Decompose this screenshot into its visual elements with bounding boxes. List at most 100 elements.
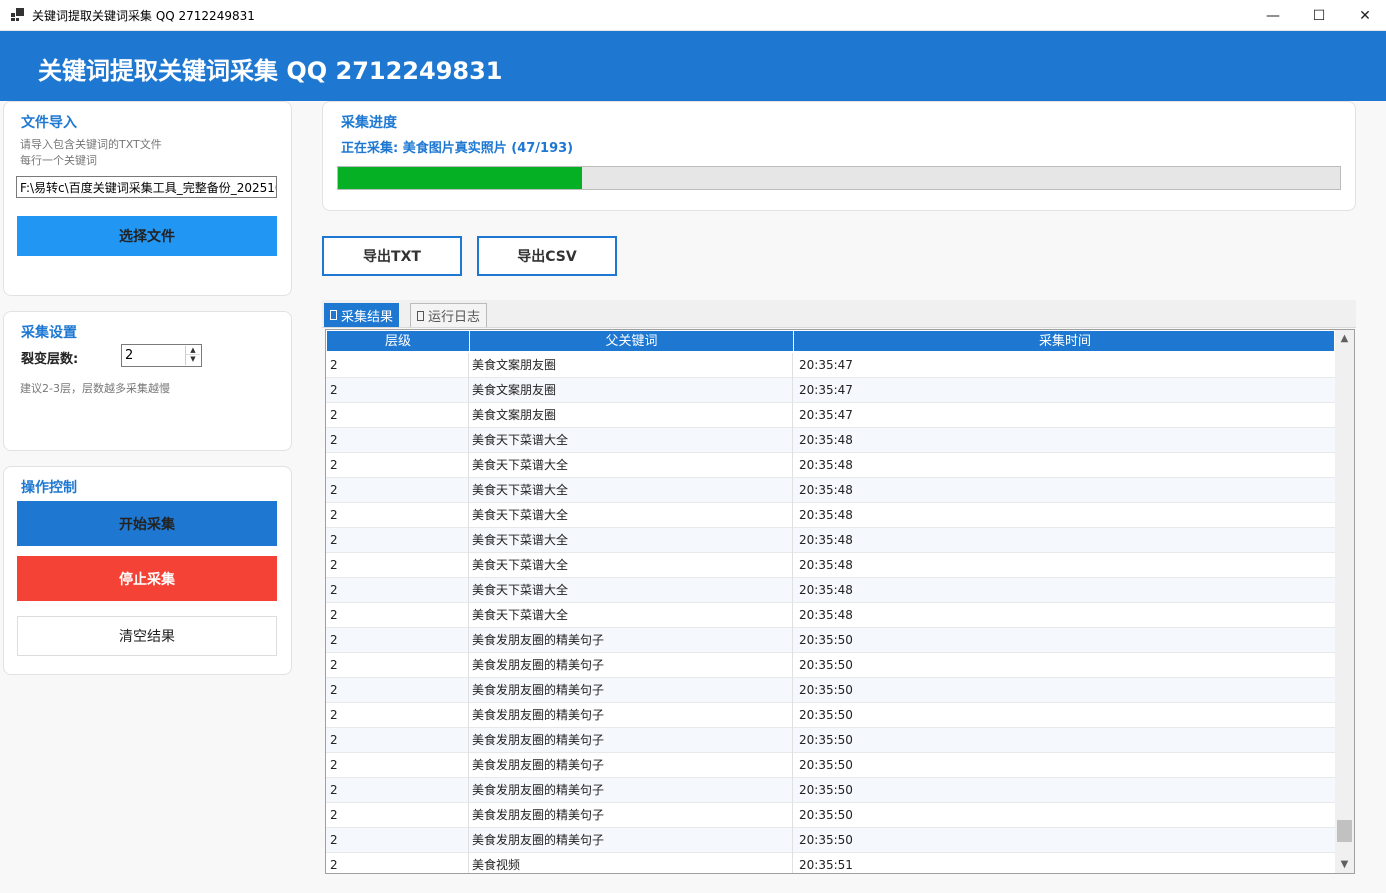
cell-parent-keyword[interactable]: 美食发朋友圈的精美句子: [469, 778, 793, 803]
cell-parent-keyword[interactable]: 美食发朋友圈的精美句子: [469, 703, 793, 728]
table-row[interactable]: 2 美食发朋友圈的精美句子 20:35:50: [326, 753, 1335, 778]
table-row[interactable]: 2 美食天下菜谱大全 20:35:48: [326, 453, 1335, 478]
cell-level[interactable]: 2: [326, 378, 469, 403]
table-row[interactable]: 2 美食天下菜谱大全 20:35:48: [326, 578, 1335, 603]
cell-level[interactable]: 2: [326, 703, 469, 728]
cell-time[interactable]: 20:35:50: [794, 753, 1334, 778]
cell-parent-keyword[interactable]: 美食天下菜谱大全: [469, 578, 793, 603]
clear-button[interactable]: 清空结果: [17, 616, 277, 656]
cell-level[interactable]: 2: [326, 528, 469, 553]
cell-parent-keyword[interactable]: 美食视频: [469, 853, 793, 873]
stop-button[interactable]: 停止采集: [17, 556, 277, 601]
cell-level[interactable]: 2: [326, 353, 469, 378]
cell-parent-keyword[interactable]: 美食天下菜谱大全: [469, 603, 793, 628]
minimize-button[interactable]: —: [1250, 0, 1296, 31]
table-row[interactable]: 2 美食文案朋友圈 20:35:47: [326, 378, 1335, 403]
cell-time[interactable]: 20:35:48: [794, 553, 1334, 578]
tab-log[interactable]: 运行日志: [410, 303, 488, 327]
cell-level[interactable]: 2: [326, 403, 469, 428]
cell-time[interactable]: 20:35:48: [794, 603, 1334, 628]
cell-time[interactable]: 20:35:50: [794, 628, 1334, 653]
cell-time[interactable]: 20:35:48: [794, 578, 1334, 603]
maximize-button[interactable]: ☐: [1296, 0, 1342, 31]
table-row[interactable]: 2 美食发朋友圈的精美句子 20:35:50: [326, 828, 1335, 853]
cell-time[interactable]: 20:35:47: [794, 378, 1334, 403]
cell-level[interactable]: 2: [326, 678, 469, 703]
cell-parent-keyword[interactable]: 美食文案朋友圈: [469, 378, 793, 403]
table-row[interactable]: 2 美食发朋友圈的精美句子 20:35:50: [326, 678, 1335, 703]
cell-level[interactable]: 2: [326, 578, 469, 603]
tab-results[interactable]: 采集结果: [324, 303, 400, 327]
cell-time[interactable]: 20:35:48: [794, 528, 1334, 553]
cell-parent-keyword[interactable]: 美食天下菜谱大全: [469, 503, 793, 528]
results-grid[interactable]: 层级 父关键词 采集时间 2 美食文案朋友圈 20:35:47 2 美食文案朋友圈 20:…: [325, 329, 1355, 874]
cell-level[interactable]: 2: [326, 728, 469, 753]
scroll-up-icon[interactable]: ▲: [1335, 330, 1354, 347]
cell-level[interactable]: 2: [326, 853, 469, 873]
table-row[interactable]: 2 美食发朋友圈的精美句子 20:35:50: [326, 628, 1335, 653]
cell-parent-keyword[interactable]: 美食发朋友圈的精美句子: [469, 653, 793, 678]
start-button[interactable]: 开始采集: [17, 501, 277, 546]
cell-parent-keyword[interactable]: 美食发朋友圈的精美句子: [469, 628, 793, 653]
grid-scrollbar[interactable]: ▲ ▼: [1335, 330, 1354, 873]
select-file-button[interactable]: 选择文件: [17, 216, 277, 256]
cell-parent-keyword[interactable]: 美食发朋友圈的精美句子: [469, 828, 793, 853]
table-row[interactable]: 2 美食发朋友圈的精美句子 20:35:50: [326, 703, 1335, 728]
cell-time[interactable]: 20:35:50: [794, 678, 1334, 703]
cell-parent-keyword[interactable]: 美食天下菜谱大全: [469, 428, 793, 453]
table-row[interactable]: 2 美食文案朋友圈 20:35:47: [326, 403, 1335, 428]
table-row[interactable]: 2 美食天下菜谱大全 20:35:48: [326, 553, 1335, 578]
export-txt-button[interactable]: 导出TXT: [322, 236, 462, 276]
scroll-down-icon[interactable]: ▼: [1335, 856, 1354, 873]
column-header-time[interactable]: 采集时间: [795, 331, 1335, 353]
cell-time[interactable]: 20:35:50: [794, 778, 1334, 803]
file-path-input[interactable]: F:\易转c\百度关键词采集工具_完整备份_202510: [16, 176, 277, 198]
cell-parent-keyword[interactable]: 美食文案朋友圈: [469, 353, 793, 378]
cell-level[interactable]: 2: [326, 453, 469, 478]
table-row[interactable]: 2 美食天下菜谱大全 20:35:48: [326, 503, 1335, 528]
export-csv-button[interactable]: 导出CSV: [477, 236, 617, 276]
depth-stepper[interactable]: 2 ▲ ▼: [121, 344, 202, 367]
cell-level[interactable]: 2: [326, 503, 469, 528]
cell-time[interactable]: 20:35:50: [794, 828, 1334, 853]
table-row[interactable]: 2 美食发朋友圈的精美句子 20:35:50: [326, 803, 1335, 828]
cell-time[interactable]: 20:35:50: [794, 728, 1334, 753]
table-row[interactable]: 2 美食天下菜谱大全 20:35:48: [326, 428, 1335, 453]
cell-time[interactable]: 20:35:48: [794, 503, 1334, 528]
cell-time[interactable]: 20:35:50: [794, 653, 1334, 678]
cell-time[interactable]: 20:35:50: [794, 703, 1334, 728]
cell-level[interactable]: 2: [326, 603, 469, 628]
cell-level[interactable]: 2: [326, 478, 469, 503]
cell-parent-keyword[interactable]: 美食发朋友圈的精美句子: [469, 803, 793, 828]
cell-time[interactable]: 20:35:51: [794, 853, 1334, 873]
cell-level[interactable]: 2: [326, 753, 469, 778]
stepper-arrows[interactable]: ▲ ▼: [185, 346, 200, 365]
table-row[interactable]: 2 美食文案朋友圈 20:35:47: [326, 353, 1335, 378]
depth-value[interactable]: 2: [125, 348, 133, 363]
cell-parent-keyword[interactable]: 美食天下菜谱大全: [469, 453, 793, 478]
cell-parent-keyword[interactable]: 美食天下菜谱大全: [469, 553, 793, 578]
table-row[interactable]: 2 美食天下菜谱大全 20:35:48: [326, 528, 1335, 553]
close-button[interactable]: ✕: [1342, 0, 1386, 31]
cell-time[interactable]: 20:35:48: [794, 428, 1334, 453]
table-row[interactable]: 2 美食发朋友圈的精美句子 20:35:50: [326, 778, 1335, 803]
stepper-up-icon[interactable]: ▲: [186, 346, 200, 355]
cell-time[interactable]: 20:35:48: [794, 453, 1334, 478]
table-row[interactable]: 2 美食视频 20:35:51: [326, 853, 1335, 873]
column-header-parent-keyword[interactable]: 父关键词: [470, 331, 794, 353]
table-row[interactable]: 2 美食发朋友圈的精美句子 20:35:50: [326, 728, 1335, 753]
cell-level[interactable]: 2: [326, 653, 469, 678]
scroll-thumb[interactable]: [1337, 820, 1352, 842]
table-row[interactable]: 2 美食天下菜谱大全 20:35:48: [326, 603, 1335, 628]
table-row[interactable]: 2 美食天下菜谱大全 20:35:48: [326, 478, 1335, 503]
cell-level[interactable]: 2: [326, 778, 469, 803]
cell-parent-keyword[interactable]: 美食发朋友圈的精美句子: [469, 678, 793, 703]
column-header-level[interactable]: 层级: [327, 331, 470, 353]
cell-parent-keyword[interactable]: 美食发朋友圈的精美句子: [469, 753, 793, 778]
cell-level[interactable]: 2: [326, 428, 469, 453]
cell-level[interactable]: 2: [326, 628, 469, 653]
cell-time[interactable]: 20:35:50: [794, 803, 1334, 828]
cell-level[interactable]: 2: [326, 828, 469, 853]
table-row[interactable]: 2 美食发朋友圈的精美句子 20:35:50: [326, 653, 1335, 678]
cell-time[interactable]: 20:35:48: [794, 478, 1334, 503]
